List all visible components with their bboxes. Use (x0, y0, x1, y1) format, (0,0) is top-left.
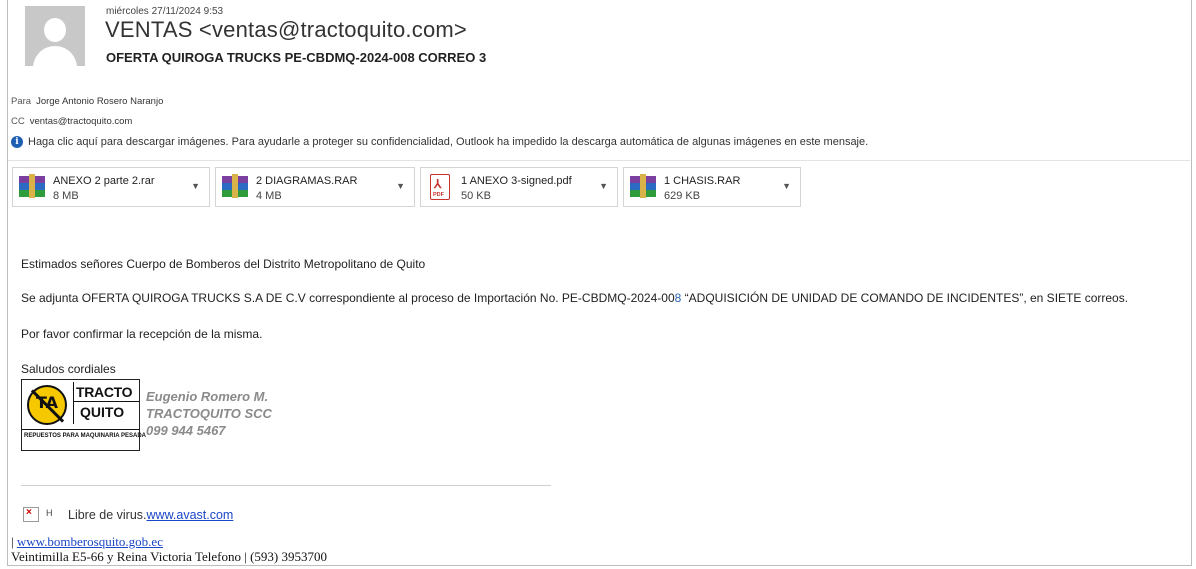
chevron-down-icon[interactable]: ▼ (396, 181, 405, 191)
header-divider (8, 160, 1190, 161)
attachment-name: 1 ANEXO 3-signed.pdf (461, 175, 572, 187)
avatar-body-shape (33, 46, 77, 66)
logo-emblem: TA (27, 385, 67, 425)
to-recipient[interactable]: Jorge Antonio Rosero Naranjo (36, 96, 163, 107)
attachment-size: 4 MB (256, 190, 282, 202)
broken-image-alt: H (46, 508, 53, 518)
sender-name[interactable]: VENTAS <ventas@tractoquito.com> (105, 17, 467, 43)
bomberos-link[interactable]: www.bomberosquito.gob.ec (17, 534, 163, 549)
virus-text: Libre de virus. (68, 508, 147, 522)
signature-phone: 099 944 5467 (146, 423, 226, 438)
cc-line: CC ventas@tractoquito.com (11, 116, 132, 127)
to-line: Para Jorge Antonio Rosero Naranjo (11, 96, 163, 107)
body-main-text-part1: Se adjunta OFERTA QUIROGA TRUCKS S.A DE … (21, 291, 675, 305)
sender-avatar (25, 6, 85, 66)
chevron-down-icon[interactable]: ▼ (599, 181, 608, 191)
attachment-rar-anexo2[interactable]: ANEXO 2 parte 2.rar 8 MB ▼ (12, 167, 210, 207)
attachment-name: 2 DIAGRAMAS.RAR (256, 175, 358, 187)
body-regards: Saludos cordiales (21, 362, 116, 376)
body-main-text-part2: “ADQUISICIÓN DE UNIDAD DE COMANDO DE INC… (681, 291, 1129, 305)
avatar-head-shape (44, 18, 66, 42)
chevron-down-icon[interactable]: ▼ (782, 181, 791, 191)
attachment-size: 629 KB (664, 190, 701, 202)
address-line: Veintimilla E5-66 y Reina Victoria Telef… (11, 549, 327, 564)
body-confirm: Por favor confirmar la recepción de la m… (21, 327, 263, 341)
chevron-down-icon[interactable]: ▼ (191, 181, 200, 191)
cc-recipient[interactable]: ventas@tractoquito.com (30, 116, 133, 127)
attachment-size: 8 MB (53, 190, 79, 202)
to-label: Para (11, 96, 32, 107)
winrar-archive-icon (222, 174, 248, 200)
attachment-size: 50 KB (461, 190, 491, 202)
cc-label: CC (11, 116, 25, 127)
virus-notice: Libre de virus.www.avast.com (68, 508, 233, 522)
attachment-pdf-anexo3[interactable]: ⅄ PDF 1 ANEXO 3-signed.pdf 50 KB ▼ (420, 167, 618, 207)
attachment-rar-chasis[interactable]: 1 CHASIS.RAR 629 KB ▼ (623, 167, 801, 207)
sent-date: miércoles 27/11/2024 9:53 (106, 6, 224, 17)
body-main-paragraph: Se adjunta OFERTA QUIROGA TRUCKS S.A DE … (21, 291, 1128, 305)
footer-divider (21, 485, 551, 486)
info-icon: i (11, 136, 23, 148)
avast-link[interactable]: www.avast.com (147, 508, 234, 522)
body-greeting: Estimados señores Cuerpo de Bomberos del… (21, 257, 426, 271)
infobar-text: Haga clic aquí para descargar imágenes. … (28, 136, 869, 148)
signature-company: TRACTOQUITO SCC (146, 406, 272, 421)
winrar-archive-icon (19, 174, 45, 200)
attachment-rar-diagramas[interactable]: 2 DIAGRAMAS.RAR 4 MB ▼ (215, 167, 415, 207)
broken-image-icon[interactable]: × (23, 507, 39, 522)
tractoquito-logo: TA TRACTO QUITO REPUESTOS PARA MAQUINARI… (21, 379, 146, 451)
attachment-name: 1 CHASIS.RAR (664, 175, 741, 187)
signature-name: Eugenio Romero M. (146, 389, 269, 404)
email-reading-pane (7, 0, 1192, 566)
pdf-file-icon: ⅄ PDF (427, 174, 453, 200)
download-images-infobar[interactable]: i Haga clic aquí para descargar imágenes… (11, 136, 868, 148)
winrar-archive-icon (630, 174, 656, 200)
attachment-name: ANEXO 2 parte 2.rar (53, 175, 155, 187)
website-line: | www.bomberosquito.gob.ec (11, 534, 163, 550)
email-subject: OFERTA QUIROGA TRUCKS PE-CBDMQ-2024-008 … (106, 50, 487, 65)
